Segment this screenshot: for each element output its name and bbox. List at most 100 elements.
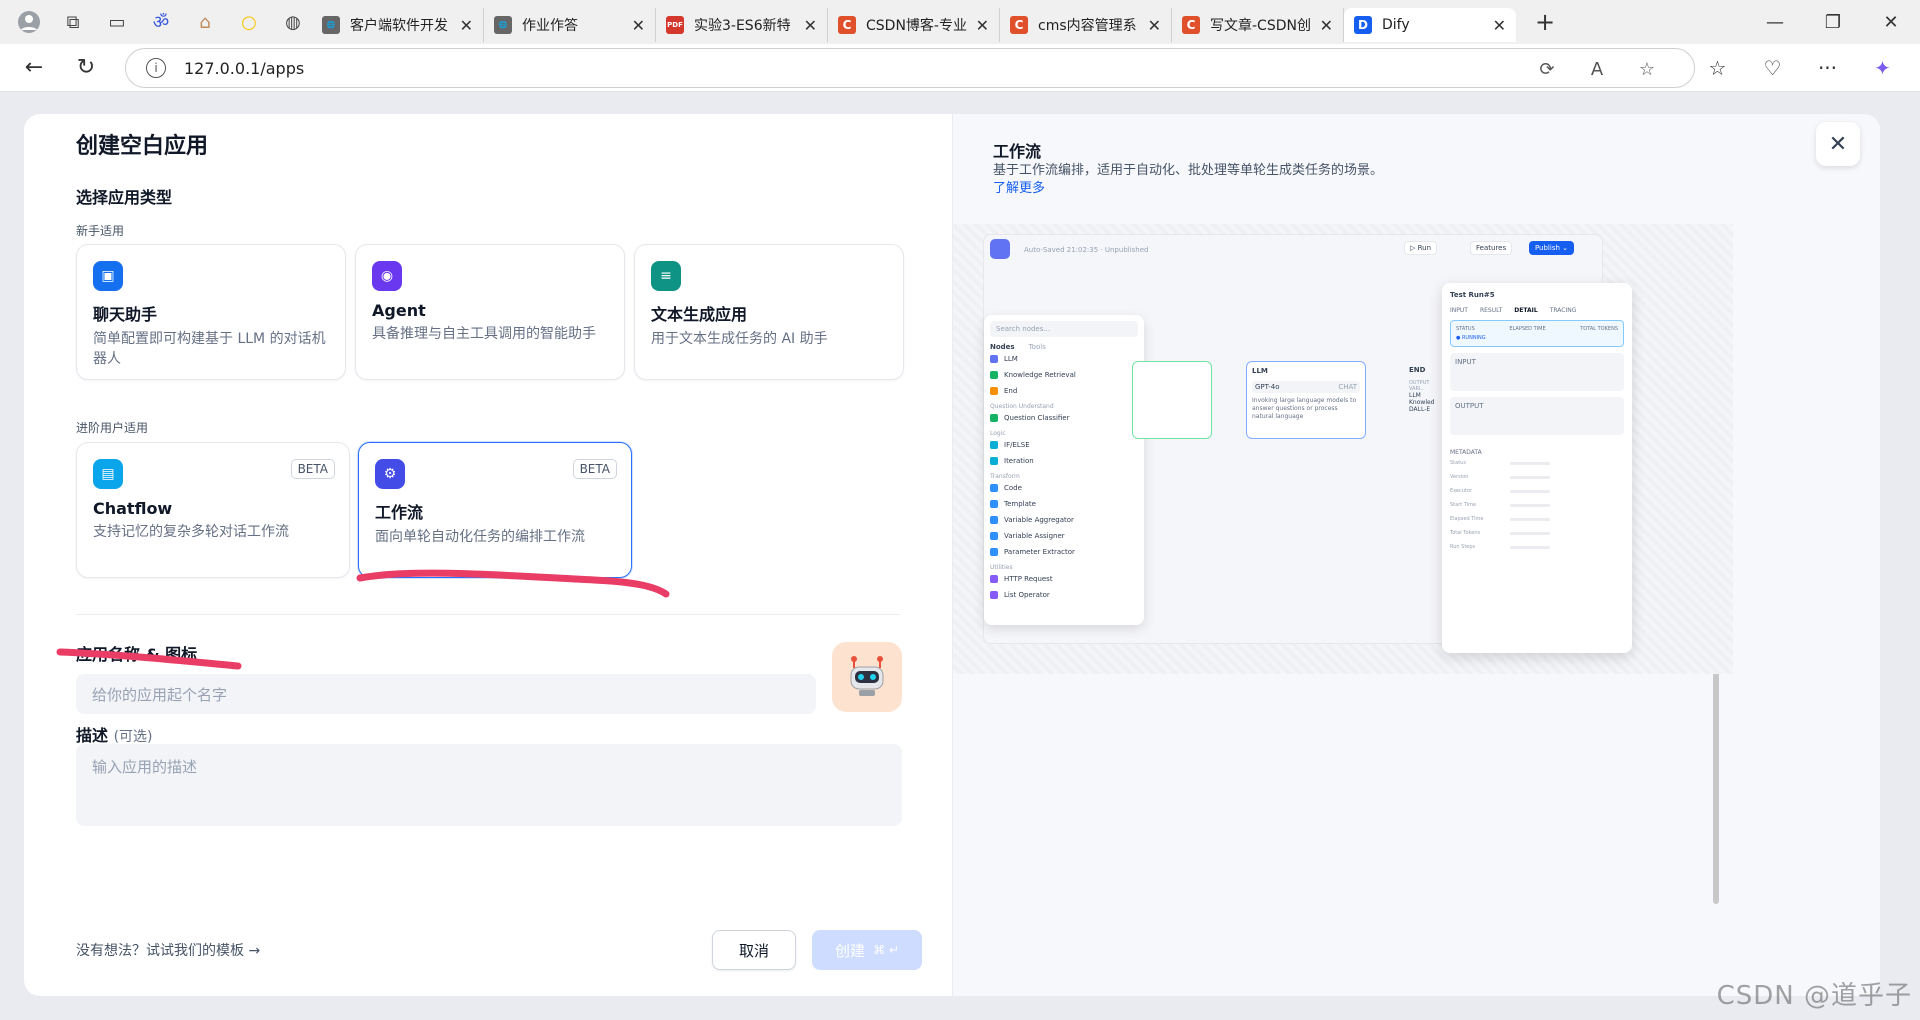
read-aloud-icon[interactable]: A xyxy=(1572,59,1622,80)
copilot-icon[interactable]: ✦ xyxy=(1855,56,1910,80)
browser-tab[interactable]: Ccms内容管理系 ✕ xyxy=(1000,8,1172,42)
browser-tab[interactable]: D Dify ✕ xyxy=(1344,8,1516,42)
create-app-modal: 创建空白应用 选择应用类型 新手适用 ▣ 聊天助手 简单配置即可构建基于 LLM… xyxy=(24,114,1880,996)
node-label: List Operator xyxy=(1004,591,1050,599)
card-chatflow[interactable]: ▤ BETA Chatflow 支持记忆的复杂多轮对话工作流 xyxy=(76,442,350,578)
card-desc: 支持记忆的复杂多轮对话工作流 xyxy=(93,524,289,540)
node-type-icon xyxy=(990,532,998,540)
metadata-key: Start Time xyxy=(1450,502,1477,508)
preview-desc: 基于工作流编排，适用于自动化、批处理等单轮生成类任务的场景。 了解更多 xyxy=(993,162,1393,198)
preview-node-group: Logic xyxy=(990,430,1006,437)
browser-tab[interactable]: C CSDN博客-专业 ✕ xyxy=(828,8,1000,42)
section-divider xyxy=(76,614,900,615)
refresh-button[interactable]: ↻ xyxy=(68,50,104,86)
app-icon-picker[interactable] xyxy=(832,642,902,712)
browser-tab[interactable]: 🌐 客户端软件开发 ✕ xyxy=(312,8,484,42)
test-run-tabs: INPUT RESULT DETAIL TRACING xyxy=(1450,307,1624,314)
test-run-title: Test Run#5 xyxy=(1450,291,1495,299)
cancel-button[interactable]: 取消 xyxy=(712,930,796,970)
close-window-button[interactable]: ✕ xyxy=(1862,0,1920,44)
browser-essentials-icon[interactable]: ♡ xyxy=(1745,56,1800,80)
app-description-textarea[interactable]: 输入应用的描述 xyxy=(76,744,902,826)
tab-actions-icon[interactable]: ▭ xyxy=(102,7,132,37)
card-chat-assistant[interactable]: ▣ 聊天助手 简单配置即可构建基于 LLM 的对话机器人 xyxy=(76,244,346,380)
tab-favicon-icon: C xyxy=(1010,16,1028,34)
llm-node-title: LLM xyxy=(1252,367,1268,375)
metadata-value-bar xyxy=(1510,461,1550,465)
site-info-icon[interactable]: i xyxy=(146,58,166,78)
learn-more-link[interactable]: 了解更多 xyxy=(993,181,1045,196)
status-value: ● RUNNING xyxy=(1456,335,1486,341)
modal-title: 创建空白应用 xyxy=(76,134,209,159)
preview-node-group: Utilities xyxy=(990,564,1013,571)
workspaces-icon[interactable]: ⧉ xyxy=(58,7,88,37)
card-desc: 简单配置即可构建基于 LLM 的对话机器人 xyxy=(93,331,326,367)
preview-node-item: Knowledge Retrieval xyxy=(990,367,1138,383)
pinned-home-icon[interactable]: ⌂ xyxy=(190,7,220,37)
minimize-button[interactable]: — xyxy=(1746,0,1804,44)
test-tab: RESULT xyxy=(1479,307,1503,314)
node-type-icon xyxy=(990,387,998,395)
pinned-site-icon[interactable]: ॐ xyxy=(146,7,176,37)
url-text[interactable]: 127.0.0.1/apps xyxy=(184,59,304,78)
tab-title: 作业作答 xyxy=(522,18,578,34)
close-tab-icon[interactable]: ✕ xyxy=(1493,16,1506,35)
close-tab-icon[interactable]: ✕ xyxy=(632,16,645,35)
preview-end-node: END OUTPUT VARI.. LLM Knowled DALL-E xyxy=(1404,361,1440,439)
status-col: STATUS xyxy=(1456,326,1475,332)
card-agent[interactable]: ◉ Agent 具备推理与自主工具调用的智能助手 xyxy=(355,244,625,380)
more-menu-icon[interactable]: ··· xyxy=(1800,56,1855,80)
back-button[interactable]: ← xyxy=(16,50,52,86)
node-type-icon xyxy=(990,548,998,556)
node-type-icon xyxy=(990,355,998,363)
favorite-star-icon[interactable]: ☆ xyxy=(1622,59,1672,80)
card-name: 聊天助手 xyxy=(93,305,158,324)
close-tab-icon[interactable]: ✕ xyxy=(460,16,473,35)
create-button-label[interactable]: 创建 xyxy=(835,940,865,961)
browser-tab[interactable]: PDF 实验3-ES6新特 ✕ xyxy=(656,8,828,42)
close-tab-icon[interactable]: ✕ xyxy=(1148,16,1161,35)
close-icon[interactable]: ✕ xyxy=(1816,122,1860,166)
preview-search: Search nodes... xyxy=(990,321,1138,337)
watermark: CSDN @道乎子 xyxy=(1716,981,1912,1011)
node-type-icon xyxy=(990,414,998,422)
address-bar[interactable]: i 127.0.0.1/apps ⟳ A ☆ xyxy=(125,48,1695,88)
preview-node-item: End xyxy=(990,383,1138,399)
arrow-right-icon: → xyxy=(248,943,261,959)
metadata-key: Elapsed Time xyxy=(1450,516,1484,522)
new-tab-button[interactable]: + xyxy=(1530,8,1560,36)
create-button[interactable]: 创建 ⌘ ↵ xyxy=(812,930,922,970)
robot-icon xyxy=(850,656,884,696)
close-tab-icon[interactable]: ✕ xyxy=(1320,16,1333,35)
preview-publish-button: Publish ⌄ xyxy=(1528,241,1574,255)
tab-title: 写文章-CSDN创 xyxy=(1210,18,1311,34)
pinned-ring-icon[interactable]: ○ xyxy=(234,7,264,37)
preview-canvas: Auto-Saved 21:02:35 · Unpublished ▷ Run … xyxy=(983,234,1632,653)
app-available-icon[interactable]: ⟳ xyxy=(1522,59,1572,80)
favorites-icon[interactable]: ☆ xyxy=(1690,56,1745,80)
browser-tab[interactable]: 🌐 作业作答 ✕ xyxy=(484,8,656,42)
status-col: ELAPSED TIME xyxy=(1509,326,1546,332)
llm-model: GPT-4o xyxy=(1255,383,1280,391)
app-name-input[interactable]: 给你的应用起个名字 xyxy=(76,674,816,714)
close-tab-icon[interactable]: ✕ xyxy=(804,16,817,35)
status-cols: STATUS ELAPSED TIME TOTAL TOKENS xyxy=(1456,326,1618,332)
card-text-generation[interactable]: ≡ 文本生成应用 用于文本生成任务的 AI 助手 xyxy=(634,244,904,380)
browser-tab[interactable]: C 写文章-CSDN创 ✕ xyxy=(1172,8,1344,42)
profile-icon[interactable] xyxy=(14,7,44,37)
template-link[interactable]: 没有想法？试试我们的模板 → xyxy=(76,940,260,960)
metadata-row: Run Steps xyxy=(1450,540,1624,554)
preview-node-group: Question Understand xyxy=(990,403,1054,410)
node-label: Iteration xyxy=(1004,457,1034,465)
pinned-globe-icon[interactable]: ◍ xyxy=(278,7,308,37)
close-tab-icon[interactable]: ✕ xyxy=(976,16,989,35)
card-workflow[interactable]: ⚙ BETA 工作流 面向单轮自动化任务的编排工作流 xyxy=(358,442,632,578)
text-generation-icon: ≡ xyxy=(651,261,681,291)
test-tab: DETAIL xyxy=(1514,307,1538,314)
llm-node-text: Invoking large language models to answer… xyxy=(1252,397,1357,420)
node-type-icon xyxy=(990,575,998,583)
status-col: TOTAL TOKENS xyxy=(1580,326,1618,332)
restore-button[interactable]: ❐ xyxy=(1804,0,1862,44)
template-link-text[interactable]: 没有想法？试试我们的模板 xyxy=(76,943,244,959)
tab-title: CSDN博客-专业 xyxy=(866,18,967,34)
